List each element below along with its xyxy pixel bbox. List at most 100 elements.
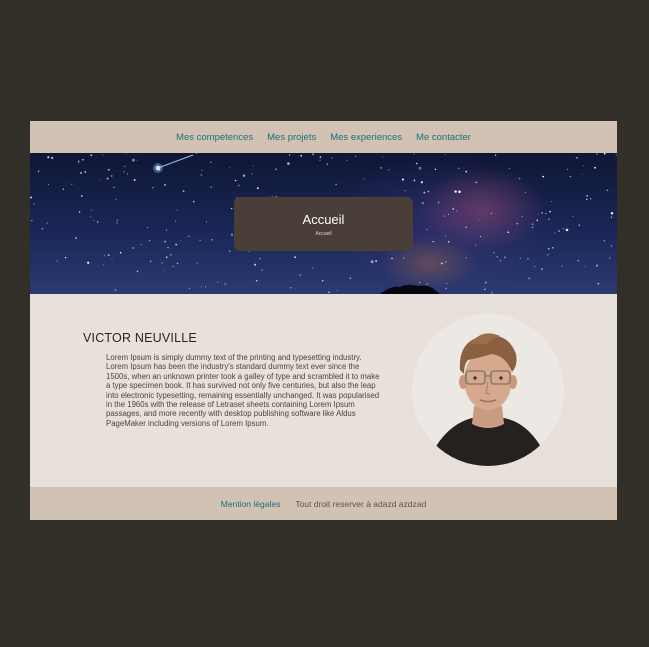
star — [615, 154, 617, 156]
star — [375, 260, 377, 262]
star — [206, 221, 207, 223]
star — [78, 211, 81, 213]
star — [446, 283, 448, 285]
star — [82, 158, 84, 161]
star — [452, 208, 455, 210]
star — [87, 261, 90, 264]
star — [140, 244, 142, 245]
star — [610, 245, 613, 247]
star — [606, 189, 609, 192]
star — [478, 219, 480, 221]
star — [261, 269, 263, 271]
star — [565, 228, 569, 232]
star — [542, 175, 545, 178]
top-nav: Mes competences Mes projets Mes experien… — [30, 121, 617, 153]
star — [322, 280, 324, 282]
star — [93, 219, 95, 221]
star — [84, 171, 87, 173]
star — [113, 186, 115, 188]
star — [107, 254, 110, 257]
star — [419, 282, 421, 284]
star — [189, 287, 191, 289]
star — [457, 167, 460, 170]
nav-link-projets[interactable]: Mes projets — [267, 132, 316, 143]
star — [97, 221, 99, 223]
star — [426, 283, 429, 285]
star — [275, 168, 277, 170]
star — [37, 170, 40, 172]
hero-banner: Accueil Accueil — [30, 153, 617, 294]
star — [590, 198, 592, 200]
star — [201, 286, 202, 288]
star — [165, 229, 168, 231]
star — [47, 156, 50, 159]
star — [507, 231, 510, 234]
star — [575, 156, 578, 159]
star — [152, 187, 154, 189]
star — [234, 179, 237, 182]
nav-link-competences[interactable]: Mes competences — [176, 132, 253, 143]
star — [382, 156, 384, 158]
star — [149, 260, 152, 262]
star — [422, 202, 424, 204]
star — [401, 178, 404, 181]
star — [46, 222, 48, 224]
star — [444, 154, 446, 156]
star — [561, 265, 563, 267]
star — [182, 190, 185, 193]
star — [106, 177, 109, 180]
star — [170, 254, 172, 256]
star — [114, 289, 117, 291]
star — [124, 165, 126, 168]
star — [254, 264, 256, 266]
star — [132, 247, 134, 249]
nav-link-contact[interactable]: Me contacter — [416, 132, 471, 143]
star — [490, 212, 493, 215]
star — [532, 223, 534, 225]
star — [432, 240, 434, 243]
star — [585, 198, 588, 201]
star — [290, 287, 292, 289]
star — [391, 257, 393, 260]
star — [610, 216, 613, 219]
avatar — [412, 314, 564, 466]
star — [413, 179, 416, 182]
star — [75, 237, 77, 239]
copyright-text: Tout droit reserver à adazd azdzad — [295, 498, 427, 509]
star — [99, 179, 101, 181]
star — [418, 166, 422, 170]
star — [90, 154, 93, 157]
star — [116, 222, 118, 224]
star — [541, 212, 543, 214]
star — [64, 256, 67, 259]
star — [349, 277, 352, 279]
star — [581, 173, 583, 175]
nav-link-experiences[interactable]: Mes experiences — [330, 132, 402, 143]
star — [528, 277, 531, 280]
star — [423, 191, 426, 194]
star — [404, 190, 406, 192]
star — [195, 153, 198, 154]
star — [102, 154, 104, 156]
star — [443, 215, 446, 217]
star — [503, 256, 506, 259]
star — [319, 156, 322, 158]
star — [47, 184, 49, 185]
star — [370, 260, 374, 264]
star — [551, 246, 554, 249]
star — [211, 239, 213, 241]
star — [133, 179, 136, 181]
star — [136, 159, 138, 161]
star — [175, 220, 177, 222]
star — [33, 203, 35, 205]
star — [572, 215, 574, 218]
legal-notice-link[interactable]: Mention légales — [221, 499, 281, 509]
star — [608, 257, 611, 259]
star — [81, 195, 83, 197]
star — [201, 169, 203, 171]
star — [161, 262, 163, 264]
star — [548, 218, 550, 221]
star — [147, 226, 148, 228]
star — [252, 165, 254, 167]
star — [319, 159, 321, 161]
